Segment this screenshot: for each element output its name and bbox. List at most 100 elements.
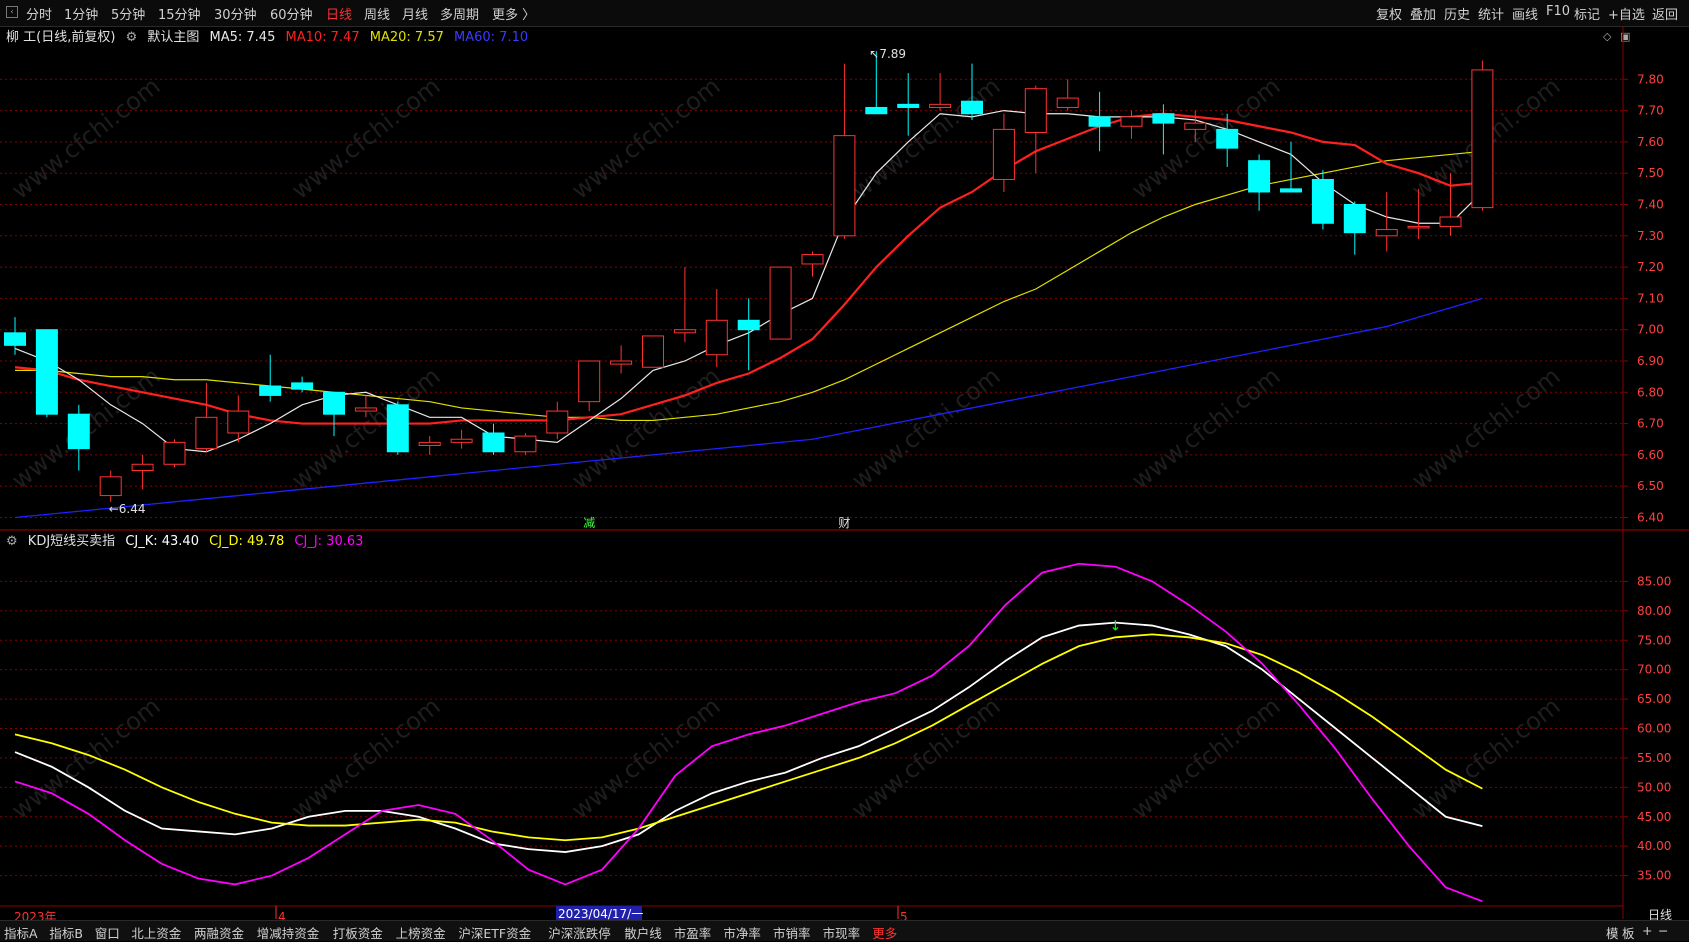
panel-control-1[interactable]: 板 [1622, 923, 1635, 942]
kdj-y-tick-label: 65.00 [1637, 692, 1671, 706]
watermark-text: www.cfchi.com [1126, 362, 1285, 495]
main-y-tick-label: 7.50 [1637, 166, 1664, 180]
kdj-y-tick-label: 55.00 [1637, 751, 1671, 765]
candle-body-up [1056, 97, 1079, 108]
main-y-tick-label: 7.70 [1637, 104, 1664, 118]
kdj-y-tick-label: 35.00 [1637, 869, 1671, 883]
indicator-tab-12[interactable]: 市净率 [723, 923, 761, 942]
candle-body-up [450, 438, 473, 443]
high-annotation: ↖7.89 [869, 47, 906, 61]
candle-body-up [514, 435, 537, 453]
panel-control-2[interactable]: + [1642, 923, 1652, 938]
kdj-y-tick-label: 80.00 [1637, 604, 1671, 618]
watermark-text: www.cfchi.com [286, 362, 445, 495]
kdj-y-tick-label: 60.00 [1637, 722, 1671, 736]
indicator-tab-5[interactable]: 增减持资金 [257, 923, 320, 942]
signal-down-arrow-icon: ↓ [1110, 618, 1122, 634]
indicator-tab-10[interactable]: 散户线 [624, 923, 662, 942]
kdj-j-line [14, 562, 1483, 903]
indicator-tab-15[interactable]: 更多 [872, 923, 897, 942]
candle-body-up [1024, 88, 1047, 134]
watermark-text: www.cfchi.com [566, 72, 725, 205]
candle-body-down [67, 413, 90, 450]
main-y-tick-label: 6.90 [1637, 354, 1664, 368]
indicator-tab-8[interactable]: 沪深ETF资金 [458, 923, 531, 942]
candle-body-up [610, 360, 633, 365]
main-y-tick-label: 6.80 [1637, 385, 1664, 399]
candle-body-up [578, 360, 601, 403]
candle-body-up [833, 135, 856, 237]
indicator-tab-3[interactable]: 北上资金 [131, 923, 181, 942]
candle-body-down [259, 385, 282, 396]
candle-body-down [865, 106, 888, 115]
indicator-tab-9[interactable]: 沪深涨跌停 [548, 923, 611, 942]
candle-body-up [163, 441, 186, 465]
candle-body-down [961, 100, 983, 115]
indicator-tab-6[interactable]: 打板资金 [333, 923, 383, 942]
main-y-tick-label: 7.30 [1637, 229, 1664, 243]
candle-body-up [1471, 69, 1494, 209]
marker-cai: 财 [838, 516, 850, 530]
date-cursor-label: 2023/04/17/一 [558, 907, 643, 921]
indicator-tab-0[interactable]: 指标A [4, 923, 38, 942]
candle-body-up [673, 329, 696, 334]
candle-body-up [1407, 225, 1430, 229]
kdj-y-tick-label: 45.00 [1637, 810, 1671, 824]
candle-body-down [1088, 116, 1111, 127]
main-y-tick-label: 6.50 [1637, 479, 1664, 493]
candle-body-up [929, 103, 952, 108]
candle-body-down [1216, 128, 1239, 149]
indicator-tab-7[interactable]: 上榜资金 [396, 923, 446, 942]
watermark-text: www.cfchi.com [1406, 362, 1565, 495]
candle-body-up [195, 416, 218, 450]
candle-body-up [801, 254, 824, 265]
candle-body-down [1152, 113, 1175, 124]
candle-body-up [354, 407, 377, 412]
candle-body-up [99, 476, 122, 497]
kdj-k-line [14, 621, 1483, 853]
kdj-y-tick-label: 50.00 [1637, 780, 1671, 794]
candle-body-down [35, 329, 58, 415]
indicator-tab-4[interactable]: 两融资金 [194, 923, 244, 942]
main-y-tick-label: 7.80 [1637, 72, 1664, 86]
main-y-tick-label: 7.00 [1637, 323, 1664, 337]
indicator-tab-11[interactable]: 市盈率 [674, 923, 712, 942]
marker-jian: 减 [583, 516, 595, 530]
main-y-tick-label: 7.20 [1637, 260, 1664, 274]
candle-body-down [291, 382, 314, 390]
panel-control-0[interactable]: 模 [1606, 923, 1619, 942]
indicator-tab-2[interactable]: 窗口 [95, 923, 120, 942]
main-y-tick-label: 7.60 [1637, 135, 1664, 149]
indicator-tabs: 指标A 指标B 窗口 北上资金 两融资金 增减持资金 打板资金 上榜资金 沪深ETF资金 沪深涨跌… [0, 920, 1689, 941]
candle-body-up [992, 128, 1015, 180]
candle-body-up [1375, 229, 1398, 237]
main-y-tick-label: 7.40 [1637, 197, 1664, 211]
candle-body-up [1120, 116, 1143, 127]
candle-body-up [546, 410, 569, 434]
candle-body-up [642, 335, 664, 368]
candle-body-up [227, 410, 250, 434]
kdj-y-tick-label: 70.00 [1637, 663, 1671, 677]
main-y-tick-label: 7.10 [1637, 291, 1664, 305]
watermark-text: www.cfchi.com [286, 72, 445, 205]
indicator-tab-13[interactable]: 市销率 [773, 923, 811, 942]
candle-body-down [1343, 203, 1366, 234]
candle-body-up [418, 441, 441, 446]
indicator-tab-1[interactable]: 指标B [49, 923, 83, 942]
candle-body-down [1248, 160, 1271, 193]
low-annotation: ←6.44 [109, 502, 146, 516]
kdj-y-tick-label: 40.00 [1637, 839, 1671, 853]
kdj-y-tick-label: 85.00 [1637, 574, 1671, 588]
candle-body-up [1184, 122, 1207, 130]
kdj-d-line [14, 633, 1483, 842]
candle-body-down [386, 404, 409, 453]
stock-chart[interactable]: 7.80 7.70 7.60 7.50 7.40 7.30 7.20 7.10 7.00 6.90… [0, 0, 1689, 940]
candle-body-up [705, 319, 728, 356]
candle-body-up [1439, 216, 1462, 227]
panel-control-3[interactable]: − [1658, 923, 1668, 938]
candle-body-up [769, 266, 792, 340]
candle-body-up [131, 463, 154, 472]
indicator-tab-14[interactable]: 市现率 [823, 923, 861, 942]
candle-body-down [4, 332, 26, 346]
candle-body-down [897, 103, 920, 108]
